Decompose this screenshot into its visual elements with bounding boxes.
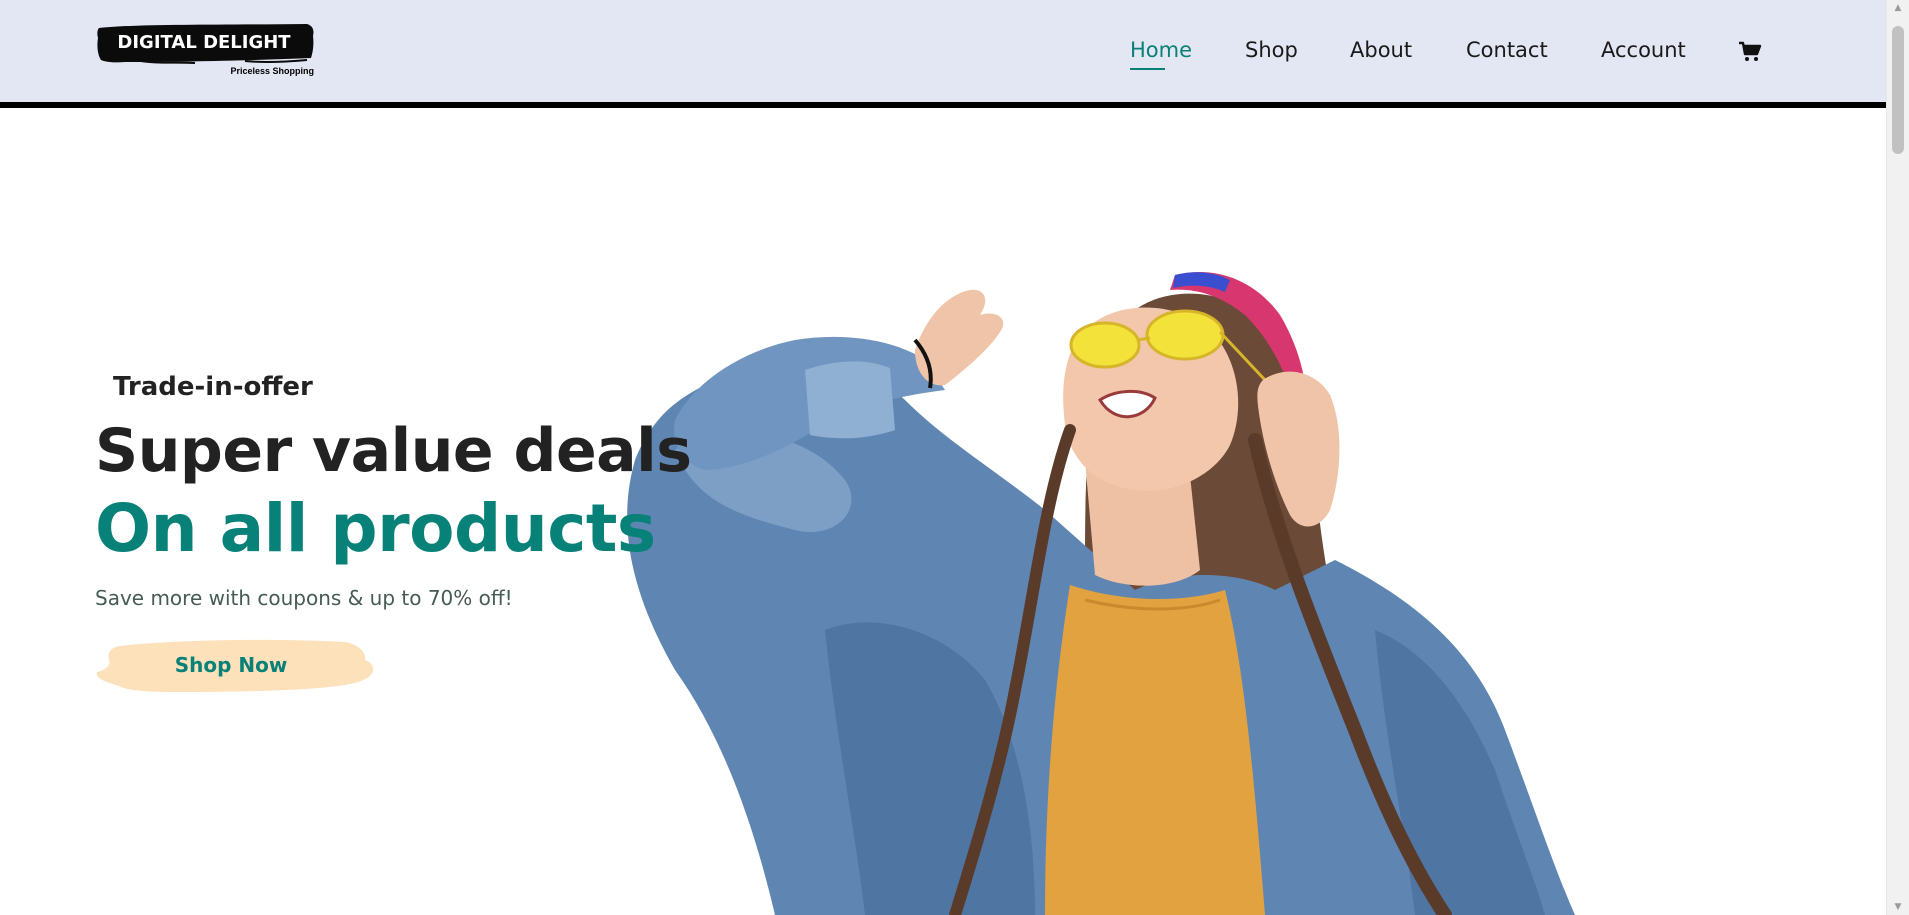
nav-about-link[interactable]: About [1350, 38, 1412, 62]
shop-now-label: Shop Now [174, 653, 288, 677]
shop-now-button[interactable]: Shop Now [95, 634, 380, 700]
site-logo[interactable]: DIGITAL DELIGHT Priceless Shopping [95, 22, 315, 80]
hero-headline: Super value deals [95, 416, 692, 486]
woman-with-headphones-photo [627, 271, 1575, 915]
logo-tagline: Priceless Shopping [230, 66, 314, 76]
scroll-up-arrow-icon[interactable]: ▲ [1887, 0, 1909, 16]
nav-account-link[interactable]: Account [1601, 38, 1686, 62]
page-scrollbar[interactable]: ▲ ▼ [1886, 0, 1909, 915]
nav-contact-link[interactable]: Contact [1466, 38, 1548, 62]
logo-title: DIGITAL DELIGHT [117, 32, 291, 53]
page: DIGITAL DELIGHT Priceless Shopping Home … [0, 0, 1909, 915]
shopping-cart-icon[interactable] [1738, 40, 1762, 64]
scroll-down-arrow-icon[interactable]: ▼ [1887, 899, 1909, 915]
hero-subheadline: On all products [95, 490, 656, 567]
hero-eyebrow: Trade-in-offer [113, 372, 313, 402]
scrollbar-thumb[interactable] [1892, 26, 1904, 154]
nav-shop-link[interactable]: Shop [1245, 38, 1298, 62]
site-header: DIGITAL DELIGHT Priceless Shopping Home … [0, 0, 1886, 108]
hero-copy: Save more with coupons & up to 70% off! [95, 586, 513, 610]
nav-home-link[interactable]: Home [1130, 38, 1192, 70]
